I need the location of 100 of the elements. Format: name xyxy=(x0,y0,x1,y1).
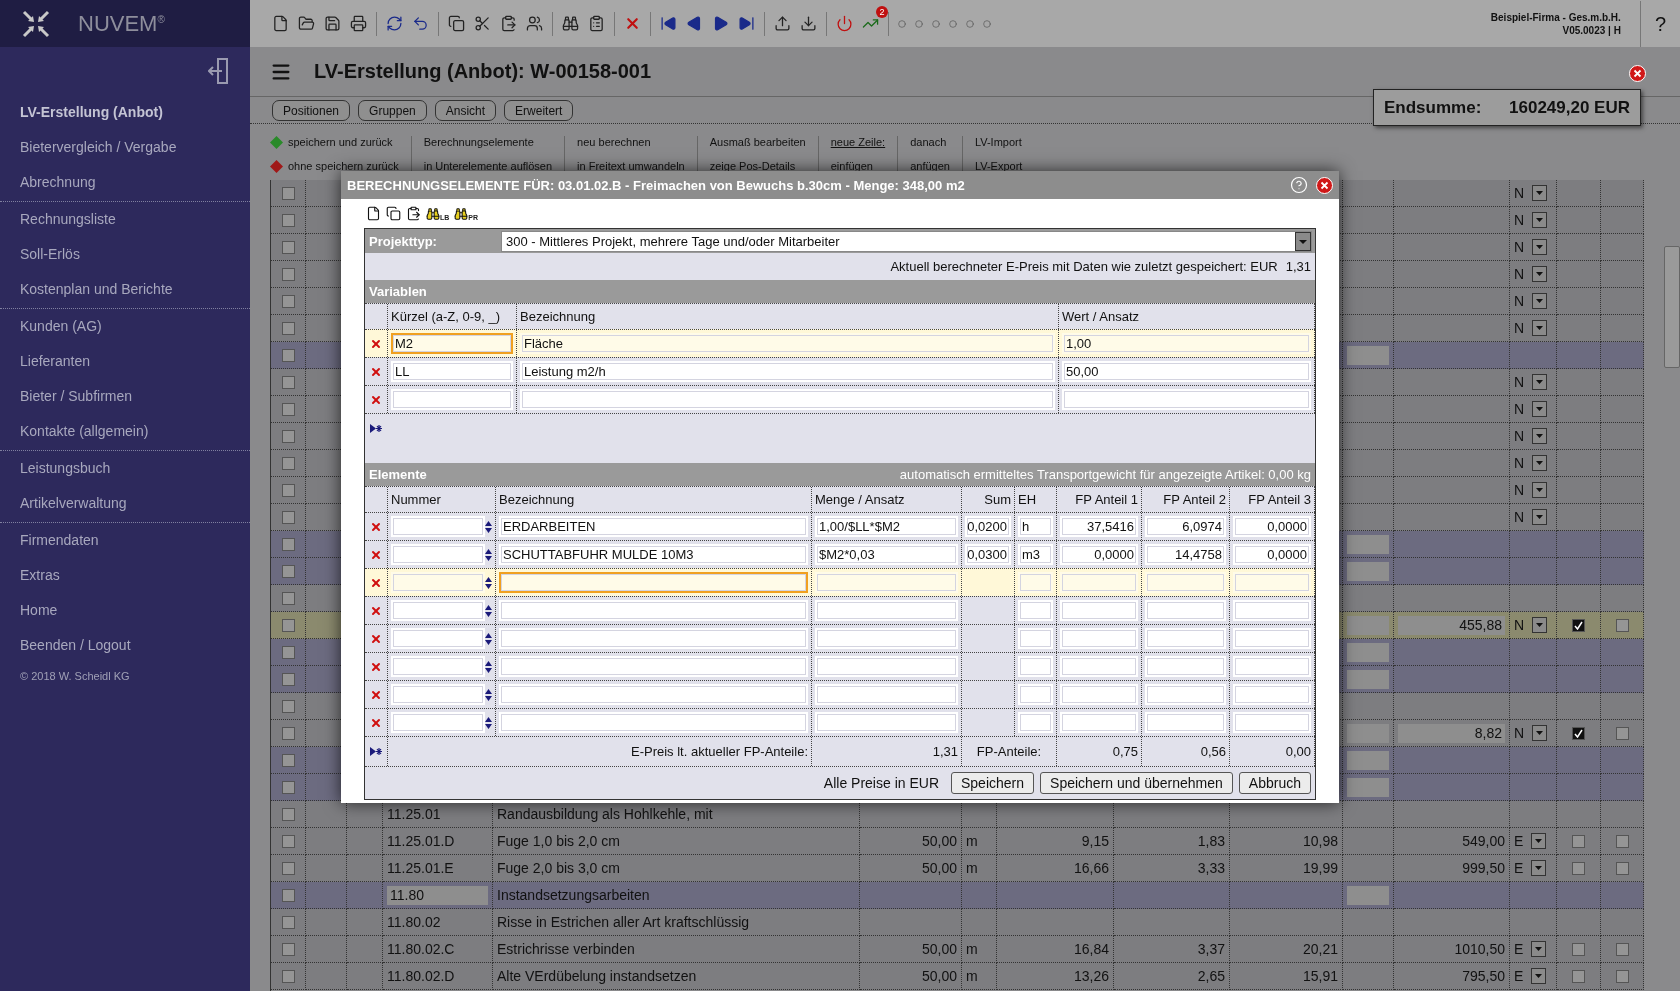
nav-item[interactable]: Firmendaten xyxy=(20,523,99,558)
action-link[interactable]: ohne speichern zurück xyxy=(288,160,399,173)
action-link[interactable]: Berechnungselemente xyxy=(423,136,553,149)
type-select[interactable]: E xyxy=(1514,860,1547,876)
type-select[interactable]: E xyxy=(1514,968,1547,984)
table-row[interactable]: 11.80 Instandsetzungsarbeiten xyxy=(271,882,1644,909)
total-price: 999,50 xyxy=(1462,860,1505,876)
total-field[interactable]: 8,82 xyxy=(1398,723,1505,743)
tab[interactable]: Positionen xyxy=(272,100,351,121)
action-link[interactable]: Ausmaß bearbeiten xyxy=(709,136,806,149)
tab[interactable]: Ansicht xyxy=(434,100,497,121)
footer-label: FP-Anteile: xyxy=(976,744,1042,759)
column-header: Wert / Ansatz xyxy=(1062,309,1140,324)
tab[interactable]: Erweitert xyxy=(504,100,574,121)
action-link[interactable]: speichern und zurück xyxy=(288,136,393,149)
input-field[interactable]: 1,00/$LL*$M2 xyxy=(815,516,958,537)
type-select[interactable]: N xyxy=(1514,509,1548,525)
table-row[interactable]: 11.25.01.E Fuge 2,0 bis 3,0 cm 50,00 m 16,66 3,33 19,99 999,50 E xyxy=(271,855,1644,882)
data-row[interactable]: ERDARBEITEN 1,00/$LL*$M2 0,0200 h 37,5416 6,0974 0,0000 xyxy=(365,512,1315,540)
input-field[interactable]: 14,4758 xyxy=(1145,544,1226,565)
type-select[interactable]: N xyxy=(1514,455,1548,471)
input-field[interactable]: M2 xyxy=(391,333,513,354)
action-link[interactable]: LV-Export xyxy=(974,160,1023,173)
company-name: Beispiel-Firma - Ges.m.b.H. xyxy=(1490,10,1621,24)
action-link[interactable]: in Unterelemente auflösen xyxy=(423,160,553,173)
currency-note: Alle Preise in EUR xyxy=(823,775,939,791)
type-select[interactable]: N xyxy=(1514,617,1548,633)
nav-item[interactable]: Kontakte (allgemein) xyxy=(20,414,149,449)
type-select[interactable]: N xyxy=(1514,266,1548,282)
nav-item[interactable]: Artikelverwaltung xyxy=(20,486,127,521)
nav-item[interactable]: Rechnungsliste xyxy=(20,202,116,237)
table-row[interactable]: 11.25.01 Randausbildung als Hohlkehle, mit xyxy=(271,801,1644,828)
action-link[interactable]: anfügen xyxy=(910,160,950,173)
input-field[interactable]: SCHUTTABFUHR MULDE 10M3 xyxy=(499,544,808,565)
position-text: Fuge 2,0 bis 3,0 cm xyxy=(497,860,620,876)
nav-item[interactable]: Beenden / Logout xyxy=(20,628,131,663)
input-field[interactable]: 0,0000 xyxy=(1233,516,1311,537)
action-link[interactable]: zeige Pos-Details xyxy=(709,160,806,173)
input-field[interactable]: 1,00 xyxy=(1062,333,1311,354)
input-field[interactable]: m3 xyxy=(1018,544,1053,565)
price-value: 1,31 xyxy=(1285,259,1311,274)
action-link[interactable]: danach xyxy=(910,136,950,149)
nav-item[interactable]: Extras xyxy=(20,558,60,593)
dialog-button[interactable]: Abbruch xyxy=(1238,772,1311,794)
nav-item[interactable]: LV-Erstellung (Anbot) xyxy=(20,95,163,130)
dialog-button[interactable]: Speichern und übernehmen xyxy=(1040,772,1233,794)
table-row[interactable]: 11.25.01.D Fuge 1,0 bis 2,0 cm 50,00 m 9,15 1,83 10,98 549,00 E xyxy=(271,828,1644,855)
notification-badge: 2 xyxy=(876,6,888,18)
nav-item[interactable]: Soll-Erlös xyxy=(20,237,80,272)
data-row[interactable]: LL Leistung m2/h 50,00 xyxy=(365,357,1315,385)
table-row[interactable]: 11.80.02.D Alte VErdübelung instandsetzen 50,00 m 13,26 2,65 15,91 795,50 E xyxy=(271,963,1644,990)
type-select[interactable]: E xyxy=(1514,833,1547,849)
type-select[interactable]: N xyxy=(1514,212,1548,228)
brand-name: NUVEM$^{®}$ xyxy=(78,10,165,37)
table-row[interactable]: 11.80.02 Risse in Estrichen aller Art kraftschlüssig xyxy=(271,909,1644,936)
input-field[interactable]: LL xyxy=(391,361,513,382)
table-row[interactable]: 11.80.02.C Estrichrisse verbinden 50,00 m 16,84 3,37 20,21 1010,50 E xyxy=(271,936,1644,963)
nav-item[interactable]: Kunden (AG) xyxy=(20,309,102,344)
type-select[interactable]: E xyxy=(1514,941,1547,957)
type-select[interactable]: N xyxy=(1514,428,1548,444)
tab[interactable]: Gruppen xyxy=(358,100,427,121)
nav-item[interactable]: Home xyxy=(20,593,58,628)
nav-item[interactable]: Abrechnung xyxy=(20,165,96,200)
input-field[interactable]: h xyxy=(1018,516,1053,537)
input-field[interactable]: ERDARBEITEN xyxy=(499,516,808,537)
input-field[interactable]: 50,00 xyxy=(1062,361,1311,382)
nav-item[interactable]: Kostenplan und Berichte xyxy=(20,272,173,307)
input-field[interactable]: 0,0000 xyxy=(1060,544,1138,565)
type-select[interactable]: N xyxy=(1514,374,1548,390)
type-select[interactable]: N xyxy=(1514,239,1548,255)
dialog-button[interactable]: Speichern xyxy=(951,772,1035,794)
type-select[interactable]: N xyxy=(1514,185,1548,201)
input-field[interactable]: $M2*0,03 xyxy=(815,544,958,565)
input-field[interactable]: 6,0974 xyxy=(1145,516,1226,537)
input-field[interactable]: 0,0000 xyxy=(1233,544,1311,565)
action-link[interactable]: einfügen xyxy=(830,160,886,173)
action-link[interactable]: in Freitext umwandeln xyxy=(577,160,685,173)
nav-item[interactable]: Leistungsbuch xyxy=(20,451,111,486)
nav-item[interactable]: Bietervergleich / Vergabe xyxy=(20,130,177,165)
action-link[interactable]: neue Zeile: xyxy=(830,136,886,149)
project-type-select[interactable]: 300 - Mittleres Projekt, mehrere Tage und/oder Mitarbeiter xyxy=(501,230,1312,252)
type-select[interactable]: N xyxy=(1514,320,1548,336)
nav-item[interactable]: Bieter / Subfirmen xyxy=(20,379,133,414)
page-title: LV-Erstellung (Anbot): W-00158-001 xyxy=(314,60,652,83)
data-row[interactable]: SCHUTTABFUHR MULDE 10M3 $M2*0,03 0,0300 m3 0,0000 14,4758 0,0000 xyxy=(365,540,1315,568)
type-select[interactable]: N xyxy=(1514,401,1548,417)
action-link[interactable]: neu berechnen xyxy=(577,136,685,149)
action-link[interactable]: LV-Import xyxy=(974,136,1023,149)
help-link[interactable]: ? xyxy=(1639,0,1680,47)
input-field[interactable]: 37,5416 xyxy=(1060,516,1138,537)
type-select[interactable]: N xyxy=(1514,482,1548,498)
input-field[interactable]: Fläche xyxy=(520,333,1055,354)
number-field[interactable]: 11.80 xyxy=(387,885,488,905)
nav-item[interactable]: Lieferanten xyxy=(20,344,91,379)
input-field[interactable]: Leistung m2/h xyxy=(520,361,1055,382)
total-field[interactable]: 455,88 xyxy=(1398,615,1505,635)
type-select[interactable]: N xyxy=(1514,293,1548,309)
type-select[interactable]: N xyxy=(1514,725,1548,741)
position-text: Alte VErdübelung instandsetzen xyxy=(497,968,697,984)
data-row[interactable]: M2 Fläche 1,00 xyxy=(365,329,1315,357)
